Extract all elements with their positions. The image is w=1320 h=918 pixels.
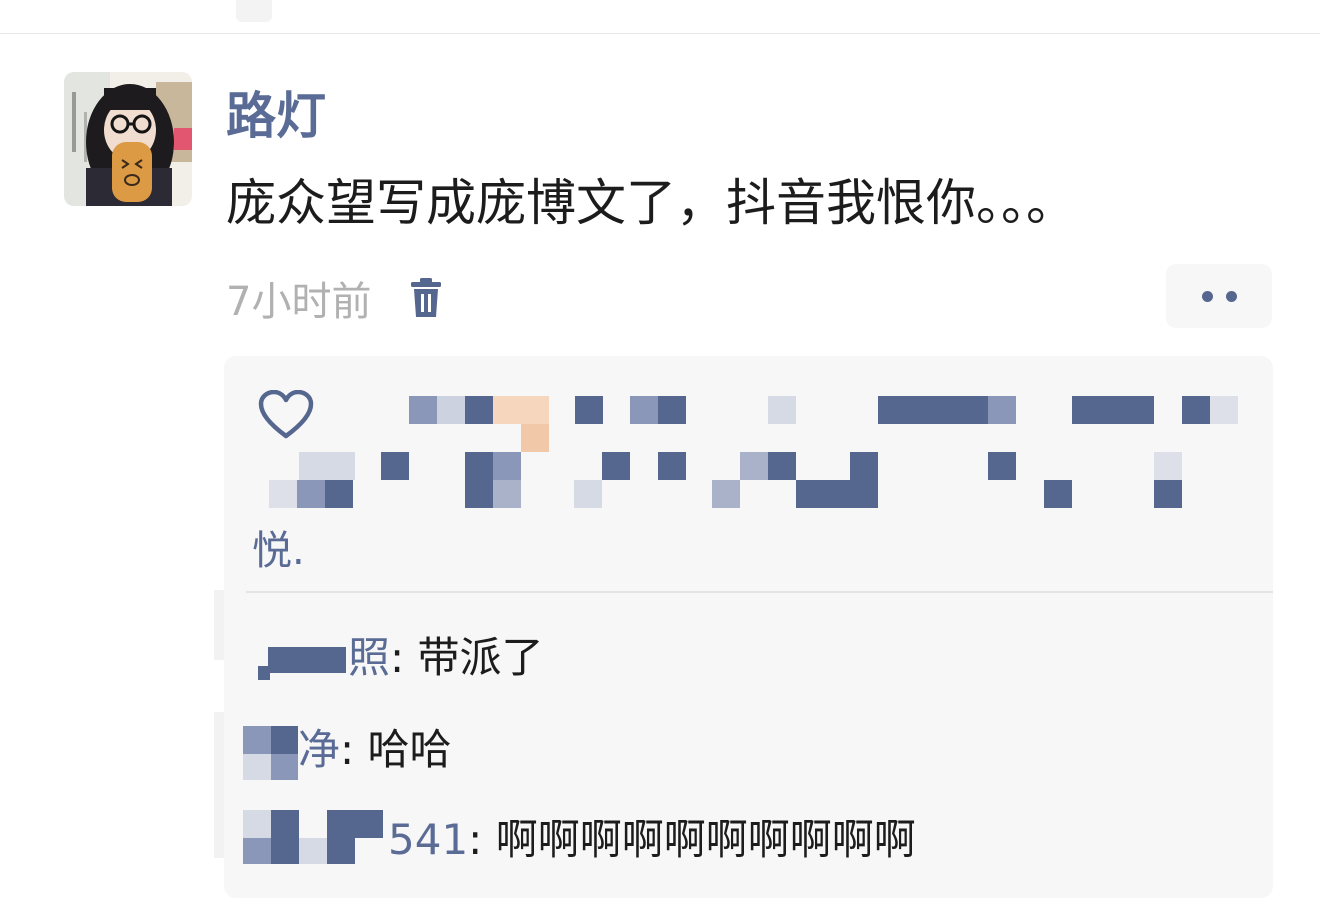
post-meta: 7小时前 bbox=[226, 268, 445, 328]
top-divider bbox=[0, 33, 1320, 34]
likes-mosaic bbox=[224, 356, 1273, 516]
more-dot bbox=[1225, 290, 1237, 302]
avatar[interactable] bbox=[64, 72, 192, 206]
comment-row[interactable]: 541: 啊啊啊啊啊啊啊啊啊啊 bbox=[224, 810, 1273, 870]
commenter-name[interactable]: 净 bbox=[298, 725, 340, 774]
comment-row[interactable]: 净: 哈哈 bbox=[224, 720, 1273, 780]
top-cutoff-element bbox=[236, 0, 272, 22]
comment-separator: : bbox=[468, 815, 496, 864]
comment-body: 带派了 bbox=[417, 633, 544, 682]
more-button[interactable] bbox=[1166, 264, 1272, 328]
commenter-name[interactable]: 541 bbox=[388, 815, 468, 864]
trash-icon[interactable] bbox=[407, 276, 445, 320]
comment-separator: : bbox=[340, 725, 368, 774]
post-text: 庞众望写成庞博文了，抖音我恨你。。。 bbox=[226, 174, 1076, 232]
heart-outline-icon[interactable] bbox=[258, 390, 314, 440]
panel-divider bbox=[246, 591, 1273, 593]
more-dot bbox=[1201, 290, 1213, 302]
commenter-name[interactable]: 照 bbox=[348, 633, 390, 682]
comment-text: 541: 啊啊啊啊啊啊啊啊啊啊 bbox=[388, 810, 916, 870]
comment-body: 啊啊啊啊啊啊啊啊啊啊 bbox=[495, 815, 916, 864]
interaction-panel: 悦. 照: 带派了 净: 哈哈 541: 啊啊啊啊啊啊啊啊啊啊 bbox=[224, 356, 1273, 898]
comment-text: 照: 带派了 bbox=[348, 628, 544, 688]
comment-text: 净: 哈哈 bbox=[298, 720, 452, 780]
username[interactable]: 路灯 bbox=[226, 86, 326, 146]
comment-body: 哈哈 bbox=[367, 725, 452, 774]
comment-separator: : bbox=[390, 633, 418, 682]
comment-row[interactable]: 照: 带派了 bbox=[224, 628, 1273, 688]
timestamp: 7小时前 bbox=[226, 279, 372, 325]
likes-list-tail[interactable]: 悦. bbox=[252, 526, 305, 576]
